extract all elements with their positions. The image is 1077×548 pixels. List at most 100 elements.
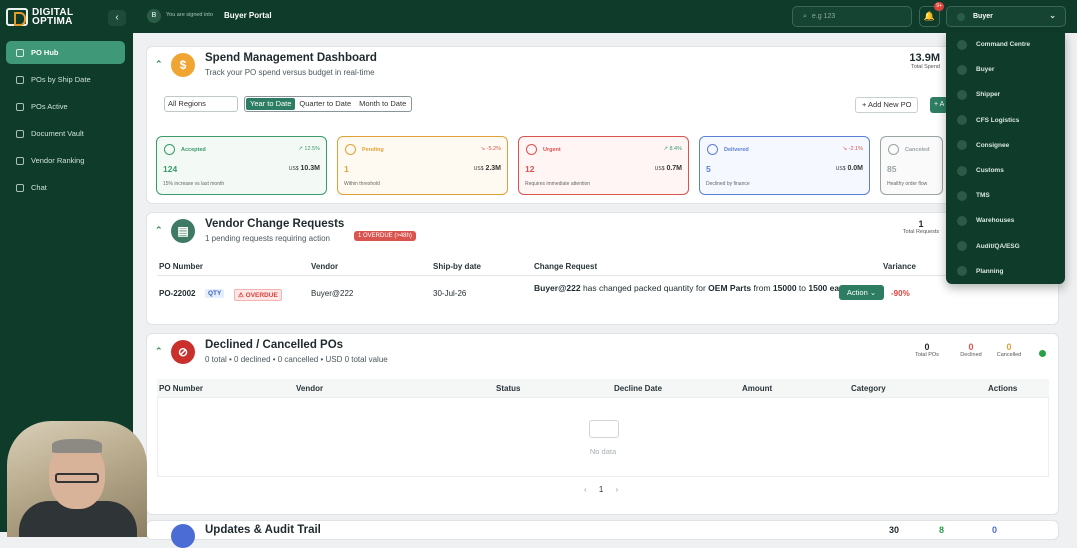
table-row[interactable]: PO-22002 QTY ⚠ OVERDUE Buyer@222 30-Jul-… [157, 279, 1049, 309]
role-option-customs[interactable]: Customs [946, 158, 1065, 183]
status-dot [1039, 350, 1046, 357]
role-icon [957, 64, 967, 75]
stat-amount-value: 10.3M [300, 165, 320, 172]
po-number[interactable]: PO-22002 [159, 289, 195, 298]
chevron-down-icon: ⌄ [1049, 11, 1056, 20]
declined-pos-card: ⌃ ⊘ Declined / Cancelled POs 0 total • 0… [146, 333, 1059, 515]
role-icon [957, 241, 967, 252]
stat-amount-value: 0.7M [666, 165, 682, 172]
role-option-command-centre[interactable]: Command Centre [946, 32, 1065, 57]
notifications-button[interactable]: 🔔 9+ [919, 2, 944, 27]
stat-name: Canceled [905, 147, 930, 153]
qty-tag: QTY [205, 289, 225, 298]
stat-trend: ↗ 8.4% [663, 146, 682, 152]
count-value: 0 [924, 342, 930, 352]
total-requests-value: 1 [918, 219, 924, 229]
cr-to: to [796, 283, 809, 293]
presenter-glasses [55, 473, 99, 483]
search-input[interactable]: ⌕ e.g 123 [792, 6, 912, 27]
role-option-warehouses[interactable]: Warehouses [946, 208, 1065, 233]
vendor-changes-subtitle: 1 pending requests requiring action [205, 234, 330, 243]
brand-line2: OPTIMA [32, 16, 73, 27]
page-number[interactable]: 1 [599, 485, 603, 494]
cr-from: from [751, 283, 773, 293]
count-value: 0 [1006, 342, 1012, 352]
role-option-buyer[interactable]: Buyer [946, 57, 1065, 82]
role-option-label: Shipper [976, 91, 1001, 99]
role-option-label: Planning [976, 267, 1004, 275]
role-option-tms[interactable]: TMS [946, 183, 1065, 208]
col-status: Status [496, 384, 521, 393]
action-button[interactable]: Action ⌄ [839, 285, 884, 300]
audit-title: Updates & Audit Trail [205, 524, 321, 536]
status-icon [164, 144, 175, 155]
top-bar: B You are signed into Buyer Portal ⌕ e.g … [133, 0, 1077, 33]
role-option-shipper[interactable]: Shipper [946, 82, 1065, 107]
stat-currency: US$ [288, 166, 299, 172]
cr-item: OEM Parts [708, 283, 752, 293]
total-requests-label: Total Requests [902, 229, 940, 235]
sidebar-item-chat[interactable]: Chat [6, 176, 125, 199]
stat-card-delivered[interactable]: Delivered ↘ -2.1% 5 US$ 0.0M Declined by fin… [699, 136, 870, 195]
sidebar-item-label: Document Vault [31, 129, 84, 138]
role-option-label: TMS [976, 192, 990, 200]
declined-title: Declined / Cancelled POs [205, 339, 344, 351]
region-select[interactable]: All Regions [164, 96, 238, 112]
vendor-name: Buyer@222 [311, 289, 354, 298]
total-spend-value: 13.9M [909, 52, 940, 64]
role-icon [957, 266, 967, 277]
divider [157, 275, 1049, 276]
stat-card-pending[interactable]: Pending ↘ -5.2% 1 US$ 2.3M Within threshold [337, 136, 508, 195]
sidebar-item-document-vault[interactable]: Document Vault [6, 122, 125, 145]
sidebar-item-pos-active[interactable]: POs Active [6, 95, 125, 118]
period-mtd[interactable]: Month to Date [355, 98, 410, 110]
status-icon [707, 144, 718, 155]
role-option-label: Command Centre [976, 41, 1031, 49]
webcam-overlay [7, 421, 147, 537]
role-selector[interactable]: Buyer ⌄ [946, 6, 1066, 27]
collapse-toggle-icon[interactable]: ⌃ [155, 225, 163, 236]
portal-title: Buyer Portal [224, 11, 272, 20]
declined-count-declined: 0 Declined [953, 342, 989, 358]
role-option-planning[interactable]: Planning [946, 259, 1065, 284]
declined-count-total-pos: 0 Total POs [909, 342, 945, 358]
presenter-hair [52, 439, 102, 453]
stat-amount: US$ 0.7M [655, 165, 682, 172]
period-ytd[interactable]: Year to Date [246, 98, 296, 110]
signed-in-label: You are signed into [166, 12, 213, 18]
stat-trend: ↗ 12.5% [298, 146, 320, 152]
brand-logo: DIGITAL OPTIMA [6, 8, 73, 27]
collapse-toggle-icon[interactable]: ⌃ [155, 346, 163, 357]
cr-vendor: Buyer@222 [534, 283, 581, 293]
period-qtd[interactable]: Quarter to Date [295, 98, 355, 110]
collapse-sidebar-button[interactable]: ‹ [108, 10, 126, 26]
stat-card-accepted[interactable]: Accepted ↗ 12.5% 124 US$ 10.3M 15% increase … [156, 136, 327, 195]
stat-card-canceled[interactable]: Canceled 85 Healthy order flow [880, 136, 943, 195]
stat-name: Pending [362, 147, 384, 153]
count-label: Declined [960, 352, 982, 358]
empty-state: No data [157, 397, 1049, 477]
sidebar-item-label: POs Active [31, 102, 68, 111]
dashboard-subtitle: Track your PO spend versus budget in rea… [205, 68, 375, 77]
col-po-number: PO Number [159, 262, 204, 271]
stat-count: 12 [525, 164, 535, 174]
col-vendor: Vendor [311, 262, 339, 271]
next-page-icon[interactable]: › [616, 485, 619, 494]
status-cards: Accepted ↗ 12.5% 124 US$ 10.3M 15% increase … [156, 136, 943, 195]
prev-page-icon[interactable]: ‹ [584, 485, 587, 494]
stat-amount-value: 2.3M [485, 165, 501, 172]
sidebar-item-pos-by-ship-date[interactable]: POs by Ship Date [6, 68, 125, 91]
role-option-cfs-logistics[interactable]: CFS Logistics [946, 108, 1065, 133]
count-label: Cancelled [996, 352, 1022, 358]
add-po-button[interactable]: + Add New PO [855, 97, 919, 113]
vendor-changes-title: Vendor Change Requests [205, 218, 345, 230]
stat-card-urgent[interactable]: Urgent ↗ 8.4% 12 US$ 0.7M Requires immediate… [518, 136, 689, 195]
variance-value: -90% [891, 289, 910, 298]
sidebar-item-vendor-ranking[interactable]: Vendor Ranking [6, 149, 125, 172]
role-option-consignee[interactable]: Consignee [946, 133, 1065, 158]
audit-count-total: 30 [889, 525, 900, 535]
collapse-toggle-icon[interactable]: ⌃ [155, 59, 163, 70]
sidebar-item-po-hub[interactable]: PO Hub [6, 41, 125, 64]
cr-mid: has changed packed quantity for [580, 283, 709, 293]
role-option-audit-qa-esg[interactable]: Audit/QA/ESG [946, 234, 1065, 259]
